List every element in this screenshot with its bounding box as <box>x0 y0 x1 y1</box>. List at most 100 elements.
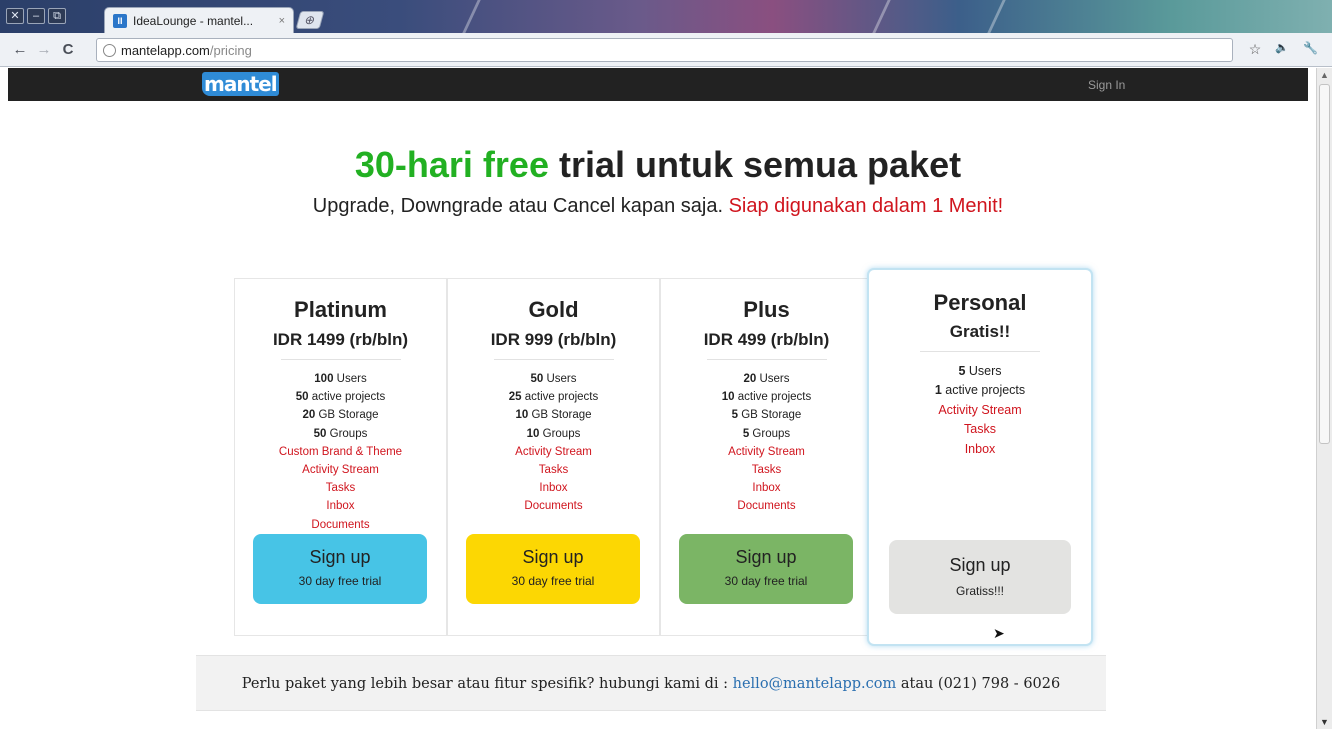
plan-features: 5 Users 1 active projects Activity Strea… <box>869 362 1091 459</box>
back-arrow-icon[interactable]: ← <box>8 41 32 58</box>
plan-card-platinum: Platinum IDR 1499 (rb/bln) 100 Users 50 … <box>234 278 447 636</box>
forward-arrow-icon[interactable]: → <box>32 41 56 58</box>
signup-sublabel: 30 day free trial <box>298 574 382 588</box>
contact-phone: atau (021) 798 - 6026 <box>896 676 1061 692</box>
toolbar-actions: ☆ 🔈 🔧 <box>1249 41 1318 58</box>
new-tab-button[interactable]: ⊕ <box>295 11 325 29</box>
minimize-window-button[interactable]: – <box>27 8 45 24</box>
signup-button-personal[interactable]: Sign up Gratiss!!! <box>889 540 1071 614</box>
feature-documents: Documents <box>524 500 583 513</box>
plan-name: Plus <box>743 297 790 322</box>
feature-tasks: Tasks <box>325 482 356 495</box>
signup-button-platinum[interactable]: Sign up 30 day free trial <box>253 534 427 604</box>
subtitle-red: Siap digunakan dalam 1 Menit! <box>728 195 1004 217</box>
feature-custom-brand: Custom Brand & Theme <box>278 445 403 458</box>
feature-inbox: Inbox <box>539 482 568 495</box>
stat-storage: 10 GB Storage <box>515 409 592 422</box>
feature-inbox: Inbox <box>326 500 355 513</box>
feature-activity-stream: Activity Stream <box>938 402 1022 417</box>
signup-label: Sign up <box>309 547 371 567</box>
reload-icon[interactable]: C <box>56 41 80 58</box>
plan-price: Gratis!! <box>949 322 1011 341</box>
page-viewport: mantel Sign In 30-hari free trial untuk … <box>0 68 1316 729</box>
browser-toolbar: ← → C mantelapp.com/pricing ☆ 🔈 🔧 <box>0 33 1332 67</box>
decor-streak <box>462 0 481 33</box>
signup-sublabel: 30 day free trial <box>724 574 808 588</box>
decor-streak <box>872 0 891 33</box>
feature-activity-stream: Activity Stream <box>728 445 805 458</box>
scroll-thumb[interactable] <box>1319 84 1330 444</box>
stat-projects: 10 active projects <box>721 391 812 404</box>
feature-activity-stream: Activity Stream <box>515 445 592 458</box>
address-bar[interactable]: mantelapp.com/pricing <box>96 38 1233 62</box>
stat-storage: 20 GB Storage <box>302 409 379 422</box>
signup-label: Sign up <box>522 547 584 567</box>
title-highlight: 30-hari free <box>354 144 549 185</box>
plan-name: Gold <box>528 297 579 322</box>
speaker-icon[interactable]: 🔈 <box>1275 41 1289 58</box>
divider <box>706 359 827 360</box>
plan-card-plus: Plus IDR 499 (rb/bln) 20 Users 10 active… <box>660 278 873 636</box>
plan-features: 100 Users 50 active projects 20 GB Stora… <box>235 370 446 534</box>
close-window-button[interactable]: ✕ <box>6 8 24 24</box>
plan-card-gold: Gold IDR 999 (rb/bln) 50 Users 25 active… <box>447 278 660 636</box>
stat-projects: 50 active projects <box>295 391 386 404</box>
decor-streak <box>987 0 1006 33</box>
contact-banner: Perlu paket yang lebih besar atau fitur … <box>196 655 1106 711</box>
stat-projects: 25 active projects <box>508 391 599 404</box>
feature-tasks: Tasks <box>538 464 569 477</box>
divider <box>920 351 1040 352</box>
signup-label: Sign up <box>735 547 797 567</box>
plan-price: IDR 999 (rb/bln) <box>490 330 617 349</box>
pricing-plans: Platinum IDR 1499 (rb/bln) 100 Users 50 … <box>234 268 1094 646</box>
stat-users: 20 Users <box>743 373 790 385</box>
feature-inbox: Inbox <box>964 441 996 456</box>
stat-groups: 10 Groups <box>526 427 581 440</box>
vertical-scrollbar[interactable]: ▲ ▼ <box>1316 68 1332 729</box>
divider <box>493 359 614 360</box>
contact-email-link[interactable]: hello@mantelapp.com <box>733 676 897 692</box>
plan-features: 20 Users 10 active projects 5 GB Storage… <box>661 370 872 516</box>
plan-card-personal: Personal Gratis!! 5 Users 1 active proje… <box>867 268 1093 646</box>
signup-button-plus[interactable]: Sign up 30 day free trial <box>679 534 853 604</box>
feature-documents: Documents <box>311 518 370 531</box>
globe-icon <box>103 43 116 57</box>
subtitle-plain: Upgrade, Downgrade atau Cancel kapan saj… <box>312 195 729 217</box>
feature-inbox: Inbox <box>752 482 781 495</box>
stat-users: 100 Users <box>314 373 367 385</box>
plan-features: 50 Users 25 active projects 10 GB Storag… <box>448 370 659 516</box>
mouse-cursor-icon: ➤ <box>993 625 1005 641</box>
stat-storage: 5 GB Storage <box>731 409 802 422</box>
plan-price: IDR 1499 (rb/bln) <box>272 330 409 349</box>
page-title: 30-hari free trial untuk semua paket <box>0 144 1316 186</box>
contact-text: Perlu paket yang lebih besar atau fitur … <box>241 676 733 692</box>
stat-groups: 50 Groups <box>313 427 368 440</box>
plan-name: Personal <box>933 290 1027 315</box>
divider <box>280 359 401 360</box>
favicon-icon: II <box>113 13 127 28</box>
signup-button-gold[interactable]: Sign up 30 day free trial <box>466 534 640 604</box>
window-controls: ✕ – ⧉ <box>6 8 66 24</box>
title-rest: trial untuk semua paket <box>548 144 962 185</box>
signup-sublabel: Gratiss!!! <box>955 584 1004 598</box>
site-logo[interactable]: mantel <box>202 72 279 96</box>
url-path: /pricing <box>209 42 252 58</box>
restore-window-button[interactable]: ⧉ <box>48 8 66 24</box>
scroll-down-icon[interactable]: ▼ <box>1320 717 1329 727</box>
page-subtitle: Upgrade, Downgrade atau Cancel kapan saj… <box>300 194 1016 219</box>
signup-label: Sign up <box>949 555 1011 575</box>
plan-name: Platinum <box>294 297 387 322</box>
tab-close-icon[interactable]: × <box>279 15 285 27</box>
plan-price: IDR 499 (rb/bln) <box>703 330 830 349</box>
signin-link[interactable]: Sign In <box>1088 78 1125 92</box>
feature-tasks: Tasks <box>964 422 996 437</box>
scroll-up-icon[interactable]: ▲ <box>1320 70 1329 80</box>
stat-projects: 1 active projects <box>934 383 1026 398</box>
feature-tasks: Tasks <box>751 464 782 477</box>
stat-users: 50 Users <box>530 373 577 385</box>
browser-tab-active[interactable]: II IdeaLounge - mantel... × <box>104 7 294 33</box>
tab-title: IdeaLounge - mantel... <box>133 13 254 28</box>
bookmark-star-icon[interactable]: ☆ <box>1249 41 1262 58</box>
window-titlebar: ✕ – ⧉ II IdeaLounge - mantel... × ⊕ <box>0 0 1332 33</box>
wrench-icon[interactable]: 🔧 <box>1303 41 1318 58</box>
